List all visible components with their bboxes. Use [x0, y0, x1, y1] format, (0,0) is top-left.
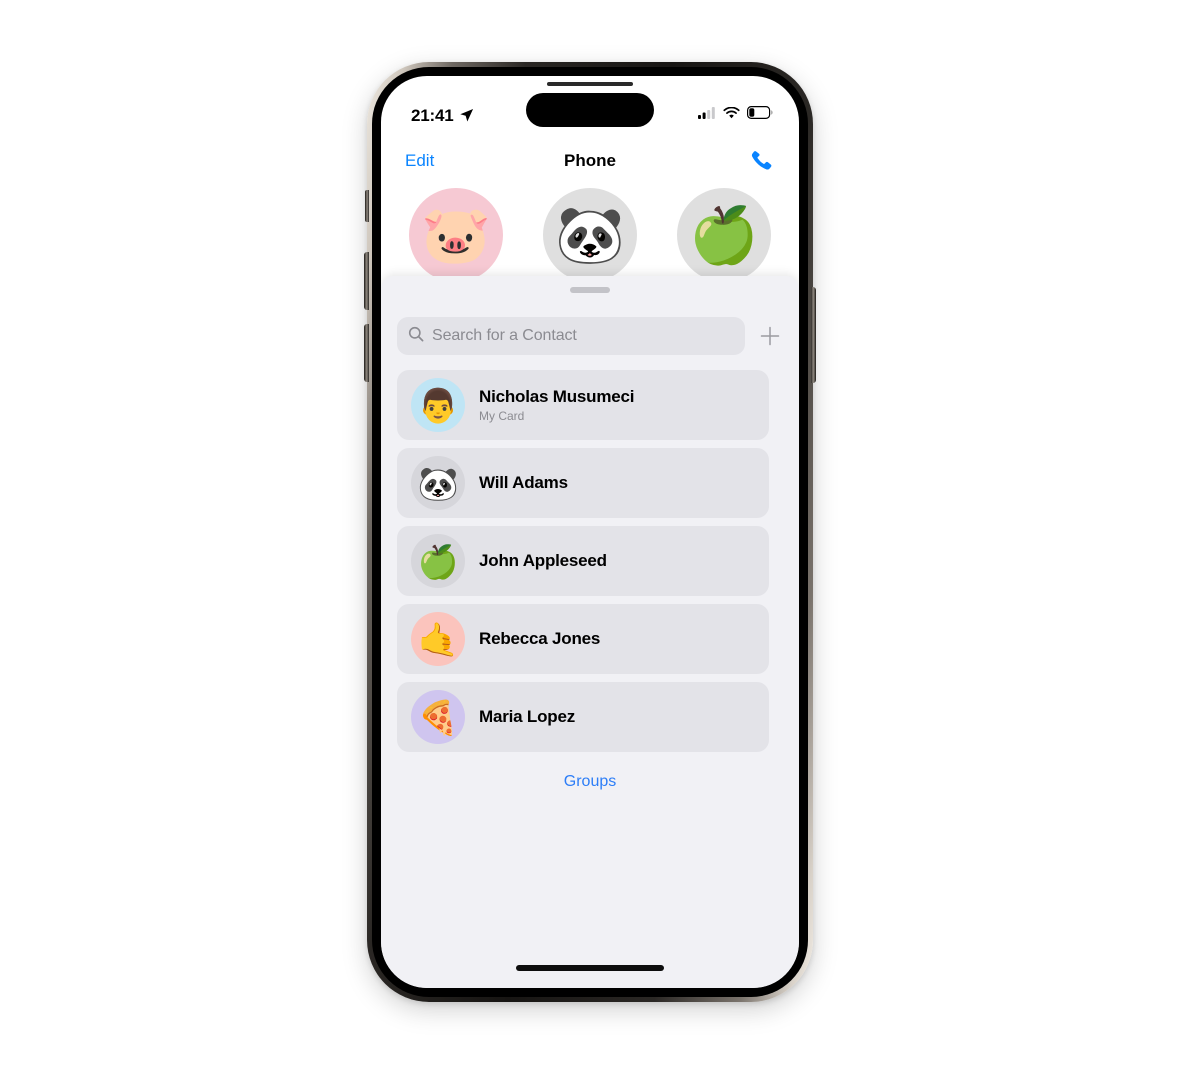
status-bar-right — [698, 106, 773, 124]
avatar-glyph: 🍏 — [417, 542, 459, 580]
dynamic-island[interactable] — [526, 93, 654, 127]
navigation-bar: Edit Phone — [381, 134, 799, 188]
earpiece-speaker — [547, 82, 633, 86]
contacts-bottom-sheet: Search for a Contact 👨 Nicholas Musumeci… — [381, 276, 799, 988]
avatar: 🍏 — [411, 534, 465, 588]
table-row[interactable]: 🤙 Rebecca Jones — [397, 604, 769, 674]
phone-screen: 21:41 Edit Phone 🐷 🐼 🍏 Search for a Cont… — [381, 76, 799, 988]
power-button[interactable] — [811, 287, 816, 383]
apple-memoji-glyph: 🍏 — [689, 203, 759, 266]
contact-text: Nicholas Musumeci My Card — [479, 386, 635, 424]
avatar: 🐼 — [411, 456, 465, 510]
contact-name: Nicholas Musumeci — [479, 386, 635, 406]
pig-memoji-glyph: 🐷 — [421, 203, 491, 266]
panda-memoji-glyph: 🐼 — [555, 203, 625, 266]
contact-name: John Appleseed — [479, 550, 607, 570]
wifi-icon — [723, 106, 740, 124]
contact-text: Maria Lopez — [479, 707, 575, 727]
edit-button[interactable]: Edit — [405, 151, 434, 171]
search-placeholder-text: Search for a Contact — [432, 327, 577, 344]
contact-text: Will Adams — [479, 473, 568, 493]
avatar-glyph: 🍕 — [417, 698, 459, 736]
battery-icon — [747, 106, 773, 124]
table-row[interactable]: 👨 Nicholas Musumeci My Card — [397, 370, 769, 440]
cellular-bars-icon — [698, 106, 716, 124]
search-row: Search for a Contact — [397, 317, 783, 355]
page-title: Phone — [564, 151, 616, 170]
table-row[interactable]: 🐼 Will Adams — [397, 448, 769, 518]
mute-switch-button[interactable] — [365, 190, 369, 222]
memoji-avatar-apple[interactable]: 🍏 — [677, 188, 771, 282]
table-row[interactable]: 🍕 Maria Lopez — [397, 682, 769, 752]
contact-subtitle: My Card — [479, 409, 525, 423]
location-arrow-icon — [459, 108, 474, 123]
phone-handset-icon[interactable] — [749, 148, 775, 174]
search-input[interactable]: Search for a Contact — [397, 317, 745, 355]
plus-icon — [760, 326, 780, 346]
contact-text: John Appleseed — [479, 551, 607, 571]
search-icon — [408, 326, 424, 347]
volume-up-button[interactable] — [364, 252, 369, 310]
home-indicator[interactable] — [516, 965, 664, 971]
add-contact-button[interactable] — [757, 323, 783, 349]
status-bar-left: 21:41 — [411, 107, 474, 124]
contact-text: Rebecca Jones — [479, 629, 600, 649]
memoji-avatar-panda[interactable]: 🐼 — [543, 188, 637, 282]
avatar-glyph: 👨 — [417, 386, 459, 424]
avatar: 👨 — [411, 378, 465, 432]
contact-name: Rebecca Jones — [479, 628, 601, 648]
table-row[interactable]: 🍏 John Appleseed — [397, 526, 769, 596]
phone-device-frame: 21:41 Edit Phone 🐷 🐼 🍏 Search for a Cont… — [364, 62, 816, 1002]
contact-name: Maria Lopez — [479, 706, 576, 726]
avatar-glyph: 🐼 — [417, 464, 459, 502]
status-time: 21:41 — [411, 105, 454, 125]
memoji-avatar-pig[interactable]: 🐷 — [409, 188, 503, 282]
volume-down-button[interactable] — [364, 324, 369, 382]
avatar-glyph: 🤙 — [417, 620, 459, 658]
contact-list: 👨 Nicholas Musumeci My Card 🐼 Will Adams — [397, 370, 769, 760]
contact-name: Will Adams — [479, 472, 568, 492]
avatar: 🍕 — [411, 690, 465, 744]
groups-button[interactable]: Groups — [381, 773, 799, 791]
sheet-grabber-handle[interactable] — [570, 287, 610, 293]
avatar: 🤙 — [411, 612, 465, 666]
